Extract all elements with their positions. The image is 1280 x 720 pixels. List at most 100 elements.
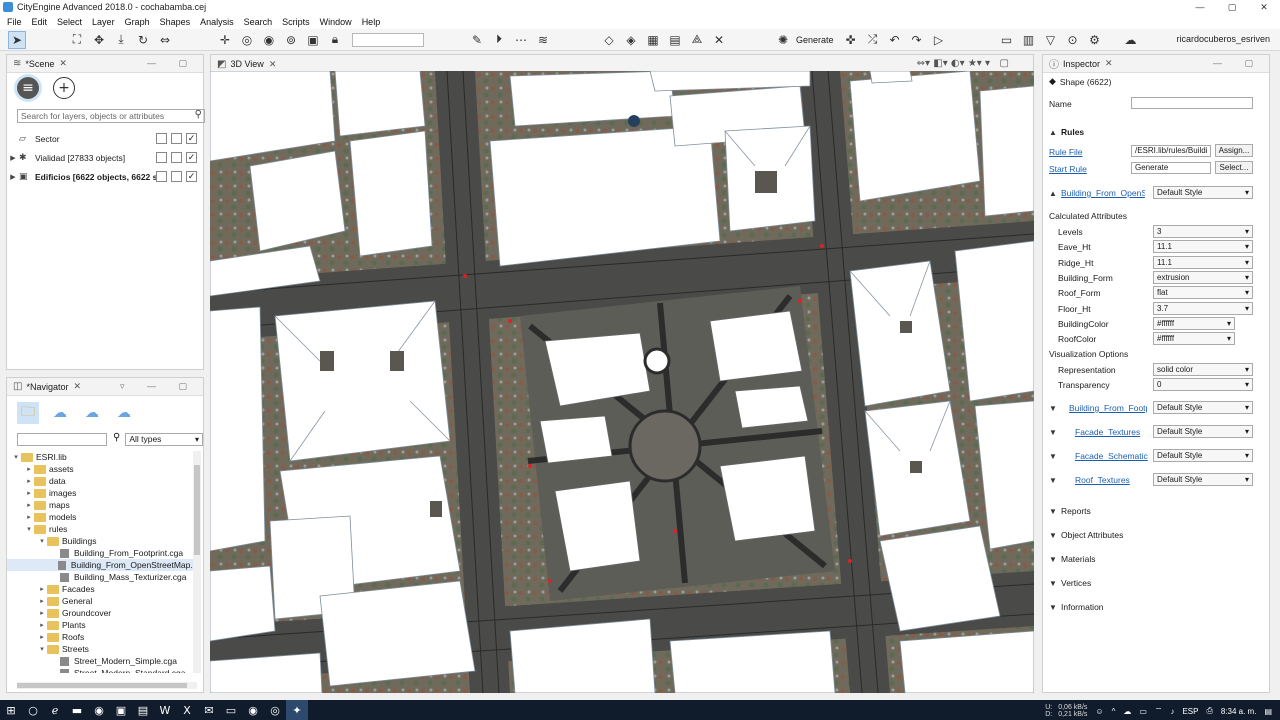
section-header-materials[interactable]: ▼ Materials: [1049, 554, 1095, 564]
settings-icon[interactable]: ⚙: [1086, 31, 1104, 49]
shape-tool-3-icon[interactable]: ▦: [644, 31, 662, 49]
attribute-value-select[interactable]: #ffffff: [1153, 316, 1235, 330]
tree-folder-item[interactable]: ▸ Roofs: [7, 631, 197, 643]
orbit-icon[interactable]: ◎: [238, 31, 256, 49]
visibility-toggle-a[interactable]: [156, 171, 167, 182]
start-rule-link[interactable]: Start Rule: [1049, 164, 1087, 174]
excel-icon[interactable]: X: [176, 700, 198, 720]
word-icon[interactable]: W: [154, 700, 176, 720]
menu-graph[interactable]: Graph: [120, 17, 155, 27]
import-style-select[interactable]: Default Style: [1153, 401, 1253, 414]
tree-folder-item[interactable]: ▾ Streets: [7, 643, 197, 655]
store-icon[interactable]: ▣: [110, 700, 132, 720]
tree-folder-item[interactable]: ▸ maps: [7, 499, 197, 511]
add-layer-icon[interactable]: +: [53, 77, 75, 99]
generate-button[interactable]: Generate: [796, 35, 834, 45]
view-tool-1-icon[interactable]: ▭: [998, 31, 1016, 49]
import-group-header[interactable]: ▼ Roof_Textures: [1049, 475, 1153, 485]
import-style-select[interactable]: Default Style: [1153, 449, 1253, 462]
visibility-checkbox[interactable]: ✓: [186, 152, 197, 163]
random-seed-icon[interactable]: ⤮: [864, 31, 882, 49]
minimize-button[interactable]: —: [1184, 0, 1216, 14]
layer-row[interactable]: ▱ Sector ✓: [7, 129, 203, 148]
visibility-checkbox[interactable]: ✓: [186, 133, 197, 144]
layer-row[interactable]: ▶ ▣ Edificios [6622 objects, 6622 sele ✓: [7, 167, 203, 186]
visibility-toggle-b[interactable]: [171, 171, 182, 182]
scene-search-input[interactable]: Search for layers, objects or attributes…: [17, 109, 205, 123]
expand-arrow-icon[interactable]: ▾: [11, 453, 21, 461]
rule-group-link[interactable]: Building_From_OpenSt: [1061, 188, 1145, 198]
menu-analysis[interactable]: Analysis: [195, 17, 239, 27]
section-header-reports[interactable]: ▼ Reports: [1049, 506, 1091, 516]
tree-file-item[interactable]: Street_Modern_Simple.cga: [7, 655, 197, 667]
wifi-icon[interactable]: ⌔: [1155, 706, 1163, 716]
close-icon[interactable]: ✕: [73, 381, 81, 392]
menu-layer[interactable]: Layer: [87, 17, 120, 27]
rule-group-style-select[interactable]: Default Style: [1153, 186, 1253, 199]
visibility-toggle-b[interactable]: [171, 152, 182, 163]
expand-arrow-icon[interactable]: ▸: [24, 489, 34, 497]
tree-folder-item[interactable]: ▸ images: [7, 487, 197, 499]
import-group-link[interactable]: Facade_Textures: [1075, 427, 1153, 437]
person-icon[interactable]: ☺: [1095, 707, 1103, 716]
folder-icon[interactable]: 🗀︎: [17, 402, 39, 424]
vis-option-select[interactable]: 0: [1153, 378, 1253, 392]
layer-row[interactable]: ▶ ✱ Vialidad [27833 objects] ✓: [7, 148, 203, 167]
tree-vertical-scrollbar[interactable]: [193, 451, 201, 673]
tree-horizontal-scrollbar[interactable]: [17, 682, 197, 689]
attribute-value-select[interactable]: extrusion: [1153, 270, 1253, 284]
shape-tool-4-icon[interactable]: ▤: [666, 31, 684, 49]
undo-icon[interactable]: ↶: [886, 31, 904, 49]
edge-browser-icon[interactable]: ℯ: [44, 700, 66, 720]
expand-arrow-icon[interactable]: ▾: [37, 537, 47, 545]
tree-folder-item[interactable]: ▸ General: [7, 595, 197, 607]
chrome-icon[interactable]: ◉: [88, 700, 110, 720]
cloud-icon[interactable]: ☁: [113, 402, 135, 424]
close-icon[interactable]: ✕: [1105, 58, 1113, 69]
tree-folder-item[interactable]: ▾ Buildings: [7, 535, 197, 547]
menu-search[interactable]: Search: [239, 17, 278, 27]
city-scene-render[interactable]: [210, 71, 1034, 693]
expand-arrow-icon[interactable]: ▸: [24, 501, 34, 509]
attribute-value-select[interactable]: 11.1: [1153, 255, 1253, 269]
menu-edit[interactable]: Edit: [27, 17, 53, 27]
section-header-information[interactable]: ▼ Information: [1049, 602, 1104, 612]
scale-icon[interactable]: ⇔: [156, 31, 174, 49]
import-group-header[interactable]: ▼ Building_From_Footpi: [1049, 403, 1147, 413]
section-header-object-attributes[interactable]: ▼ Object Attributes: [1049, 530, 1123, 540]
panel-window-controls[interactable]: ▿ — ▢: [120, 381, 197, 392]
weather-icon[interactable]: ☁: [1122, 31, 1140, 49]
expand-arrow-icon[interactable]: ▸: [24, 477, 34, 485]
close-button[interactable]: ✕: [1248, 0, 1280, 14]
menu-help[interactable]: Help: [357, 17, 386, 27]
rule-file-field[interactable]: /ESRI.lib/rules/Buildi: [1131, 145, 1211, 157]
import-style-select[interactable]: Default Style: [1153, 473, 1253, 486]
expand-arrow-icon[interactable]: ▸: [24, 465, 34, 473]
import-style-select[interactable]: Default Style: [1153, 425, 1253, 438]
move-icon[interactable]: ✥: [90, 31, 108, 49]
tree-file-item[interactable]: Street_Modern_Standard.cga: [7, 667, 197, 673]
close-icon[interactable]: ✕: [269, 59, 277, 70]
draw-polygon-icon[interactable]: ⏵: [490, 31, 508, 49]
viewport-3d[interactable]: [210, 71, 1034, 693]
expand-arrow-icon[interactable]: ▾: [37, 645, 47, 653]
viewport-tools[interactable]: ⇔▾ ◧▾ ◐▾ ★▾ ▾ ▢: [917, 58, 1009, 69]
toolbar-text-field[interactable]: [352, 32, 424, 47]
vis-option-select[interactable]: solid color: [1153, 363, 1253, 376]
cloud-download-icon[interactable]: ☁: [49, 402, 71, 424]
tree-file-item[interactable]: Building_From_Footprint.cga: [7, 547, 197, 559]
app-circle-icon[interactable]: ◎: [264, 700, 286, 720]
language-indicator[interactable]: ESP: [1182, 707, 1198, 716]
network-icon[interactable]: ⎙: [1206, 706, 1212, 716]
rule-group-header[interactable]: ▲ Building_From_OpenSt: [1049, 188, 1145, 198]
navigator-tab[interactable]: ◫ *Navigator ✕ ▿ — ▢: [7, 378, 203, 396]
tree-folder-item[interactable]: ▸ assets: [7, 463, 197, 475]
assign-button[interactable]: Assign...: [1215, 144, 1253, 157]
draw-street-icon[interactable]: ✎: [468, 31, 486, 49]
scene-tab[interactable]: ≋ *Scene ✕ — ▢: [7, 55, 203, 73]
shape-tool-5-icon[interactable]: ⟁: [688, 31, 706, 49]
select-rule-button[interactable]: Select...: [1215, 161, 1253, 174]
file-explorer-icon[interactable]: ▬: [66, 700, 88, 720]
tree-folder-item[interactable]: ▸ models: [7, 511, 197, 523]
battery-icon[interactable]: ▭: [1139, 707, 1147, 716]
